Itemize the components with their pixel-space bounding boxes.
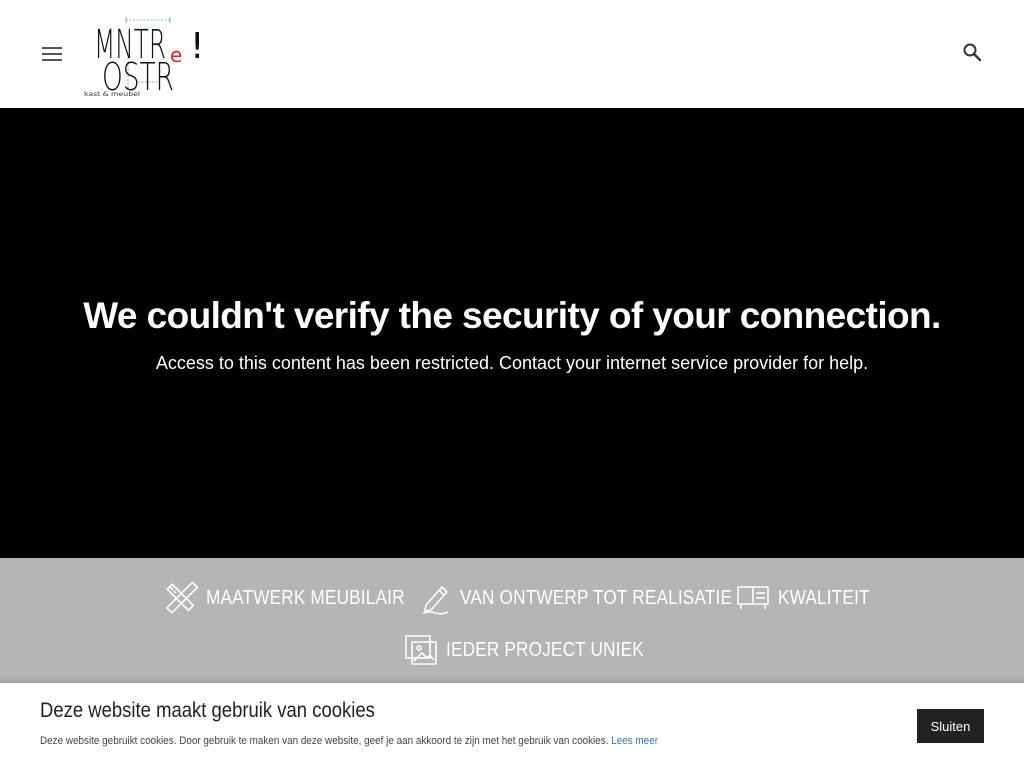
hero-subtitle: Access to this content has been restrict… [155, 353, 869, 373]
hero-section: We couldn't verify the security of your … [0, 108, 1024, 558]
features-bar: Maatwerk meubilair Van ontwerp tot reali… [0, 558, 1024, 683]
search-button[interactable] [958, 38, 986, 66]
site-logo[interactable]: MNTR OSTR e ! kast & meubel [82, 12, 210, 99]
menu-button[interactable] [38, 40, 66, 68]
hero-title: We couldn't verify the security of your … [83, 295, 941, 336]
ruler-pencil-icon [166, 581, 198, 614]
feature-kwaliteit: Kwaliteit [736, 580, 885, 616]
cookie-banner: Deze website maakt gebruik van cookies D… [0, 683, 1024, 768]
feature-label: Maatwerk meubilair [206, 586, 405, 609]
logo-tagline: kast & meubel [84, 90, 140, 98]
pencil-icon [422, 586, 449, 615]
cookie-message: Deze website gebruikt cookies. Door gebr… [40, 735, 612, 747]
logo-letter-e: e [170, 43, 182, 67]
feature-maatwerk: Maatwerk meubilair [164, 580, 437, 616]
cookie-title: Deze website maakt gebruik van cookies [40, 699, 375, 722]
cookie-text: Deze website gebruikt cookies. Door gebr… [40, 735, 658, 747]
site-header: MNTR OSTR e ! kast & meubel [0, 0, 1024, 108]
images-icon [405, 635, 437, 665]
feature-uniek: Ieder project uniek [404, 632, 676, 668]
hamburger-menu-icon [42, 47, 62, 61]
logo-exclamation: ! [190, 26, 204, 67]
feature-label: Ieder project uniek [446, 638, 644, 661]
cookie-close-button[interactable]: Sluiten [917, 709, 984, 743]
feature-label: Van ontwerp tot realisatie [460, 586, 733, 609]
cabinet-icon [737, 586, 769, 609]
cookie-read-more-link[interactable]: Lees meer [611, 735, 658, 747]
search-icon [963, 43, 982, 62]
feature-ontwerp: Van ontwerp tot realisatie [418, 580, 776, 616]
feature-label: Kwaliteit [778, 586, 870, 609]
